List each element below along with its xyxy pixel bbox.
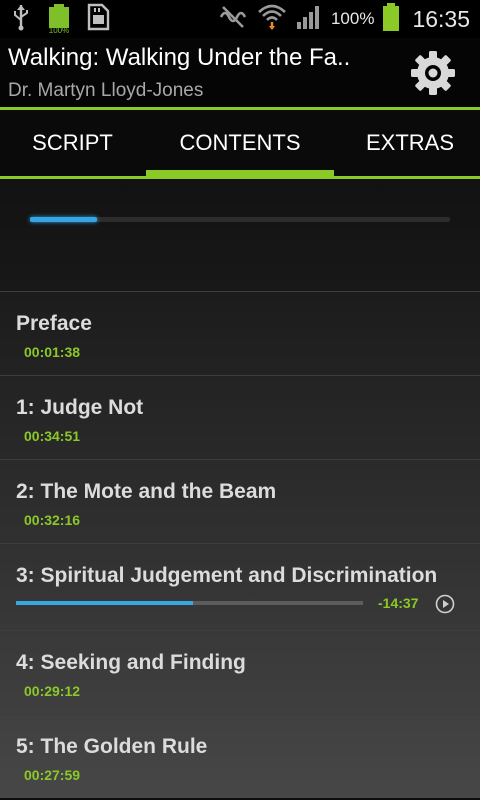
usb-icon: [10, 3, 32, 36]
overall-progress-fill: [30, 217, 98, 222]
chapter-row-3-current[interactable]: 3: Spiritual Judgement and Discriminatio…: [0, 543, 480, 630]
mute-icon: [217, 5, 249, 34]
play-icon: [435, 594, 455, 614]
chapter-duration: 00:01:38: [24, 344, 81, 360]
tab-label: SCRIPT: [32, 130, 113, 155]
tab-contents[interactable]: CONTENTS: [146, 110, 334, 176]
sd-card-icon: [86, 3, 110, 36]
now-playing-header: Walking: Walking Under the Fa.. Dr. Mart…: [0, 38, 480, 108]
settings-button[interactable]: [408, 48, 458, 98]
notification-icons: 100%: [10, 3, 110, 36]
book-title: Walking: Walking Under the Fa..: [8, 44, 351, 71]
play-button[interactable]: [435, 594, 455, 614]
chapter-row-2[interactable]: 2: The Mote and the Beam 00:32:16: [0, 459, 480, 543]
chapter-progress-fill: [16, 601, 193, 605]
chapter-list: Preface 00:01:38 1: Judge Not 00:34:51 2…: [0, 291, 480, 798]
chapter-title: 1: Judge Not: [16, 396, 144, 419]
chapter-title: 4: Seeking and Finding: [16, 651, 246, 674]
status-bar: 100% 100% 16:35: [0, 0, 480, 38]
overall-progress-bar[interactable]: [30, 217, 450, 222]
chapter-row-1[interactable]: 1: Judge Not 00:34:51: [0, 375, 480, 459]
system-indicators: 100% 16:35: [217, 0, 470, 38]
tab-bar: SCRIPT CONTENTS EXTRAS: [0, 110, 480, 176]
chapter-row-5[interactable]: 5: The Golden Rule 00:27:59: [0, 714, 480, 798]
chapter-title: Preface: [16, 312, 92, 335]
wifi-icon: [257, 2, 287, 37]
tab-label: EXTRAS: [365, 130, 455, 155]
battery-full-icon: 100%: [46, 4, 72, 35]
chapter-progress-bar[interactable]: [16, 601, 363, 605]
chapter-row-preface[interactable]: Preface 00:01:38: [0, 291, 480, 375]
gear-icon: [411, 51, 455, 95]
book-author: Dr. Martyn Lloyd-Jones: [8, 80, 204, 101]
chapter-title: 2: The Mote and the Beam: [16, 480, 277, 503]
tab-extras[interactable]: EXTRAS: [340, 110, 480, 176]
battery-icon: [382, 2, 400, 37]
overall-progress-panel: [0, 179, 480, 291]
chapter-duration: 00:34:51: [24, 428, 81, 444]
tab-label: CONTENTS: [179, 130, 301, 155]
clock: 16:35: [412, 5, 470, 32]
chapter-duration: 00:27:59: [24, 767, 81, 783]
tab-script[interactable]: SCRIPT: [0, 110, 145, 176]
chapter-row-4[interactable]: 4: Seeking and Finding 00:29:12: [0, 630, 480, 714]
chapter-title: 5: The Golden Rule: [16, 735, 208, 758]
chapter-remaining-time: -14:37: [378, 595, 419, 611]
battery-percent: 100%: [330, 9, 375, 28]
chapter-duration: 00:32:16: [24, 512, 81, 528]
battery-small-label: 100%: [48, 26, 70, 35]
chapter-title: 3: Spiritual Judgement and Discriminatio…: [16, 564, 438, 587]
signal-icon: [295, 4, 323, 35]
chapter-duration: 00:29:12: [24, 683, 81, 699]
